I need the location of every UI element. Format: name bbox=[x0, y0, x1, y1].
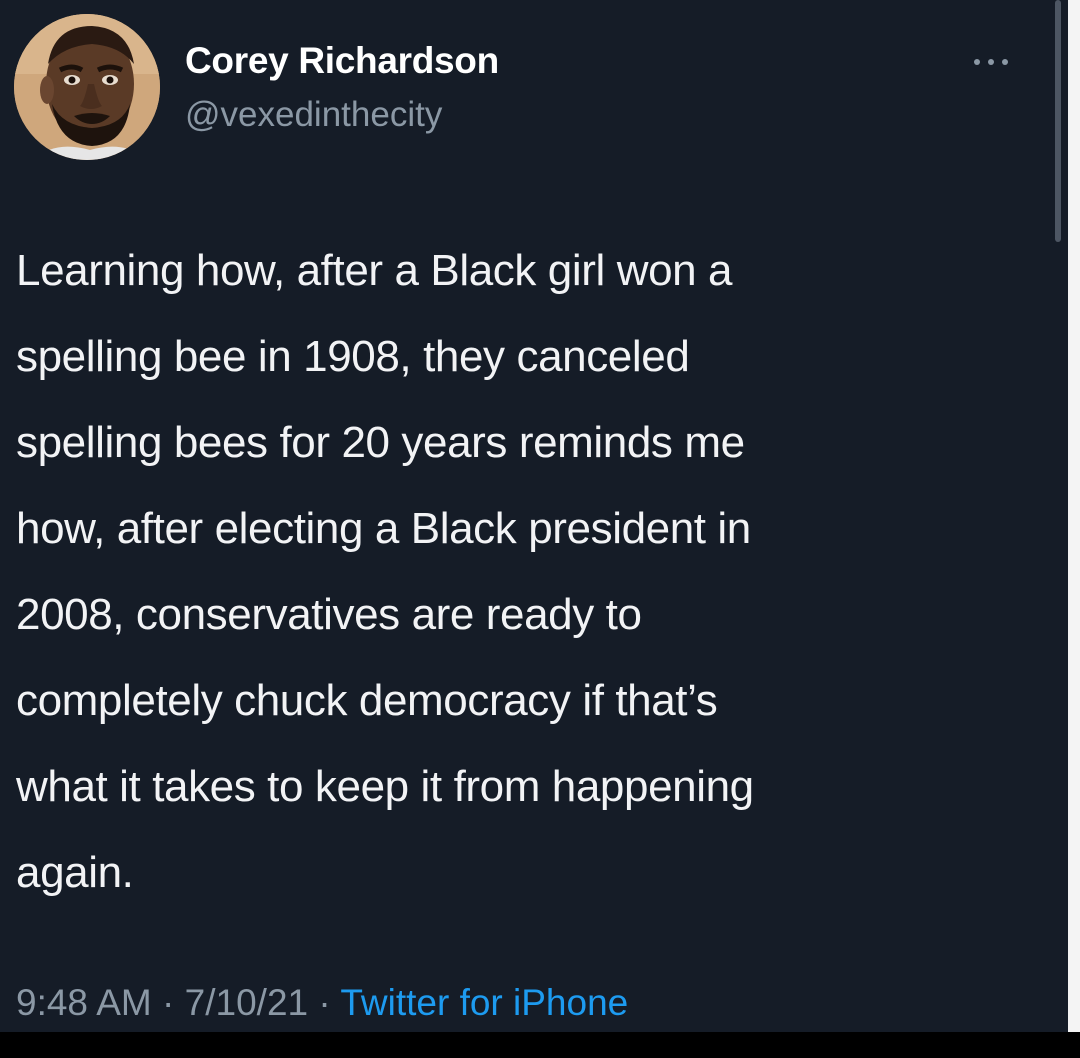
more-options-icon-dot bbox=[1002, 59, 1008, 65]
scrollbar-track[interactable] bbox=[1068, 0, 1080, 1032]
more-options-button[interactable] bbox=[968, 48, 1014, 76]
tweet-text-line: spelling bee in 1908, they canceled bbox=[16, 332, 690, 381]
tweet-date[interactable]: 7/10/21 bbox=[185, 982, 308, 1023]
tweet-text-line: how, after electing a Black president in bbox=[16, 504, 751, 553]
tweet-source-link[interactable]: Twitter for iPhone bbox=[340, 982, 628, 1023]
tweet-text-line: Learning how, after a Black girl won a bbox=[16, 246, 733, 295]
tweet-text: Learning how, after a Black girl won a s… bbox=[16, 228, 1056, 916]
tweet-text-line: spelling bees for 20 years reminds me bbox=[16, 418, 745, 467]
tweet-text-line: 2008, conservatives are ready to bbox=[16, 590, 642, 639]
author-handle[interactable]: @vexedinthecity bbox=[185, 95, 442, 135]
author-display-name[interactable]: Corey Richardson bbox=[185, 40, 499, 82]
tweet-text-line: what it takes to keep it from happening bbox=[16, 762, 754, 811]
avatar-image bbox=[14, 14, 160, 160]
avatar[interactable] bbox=[14, 14, 160, 160]
tweet-text-line: again. bbox=[16, 848, 134, 897]
more-options-icon bbox=[974, 59, 980, 65]
more-options-icon-dot bbox=[988, 59, 994, 65]
meta-separator: · bbox=[308, 982, 341, 1023]
tweet-card: Corey Richardson @vexedinthecity Learnin… bbox=[0, 0, 1068, 1032]
tweet-time[interactable]: 9:48 AM bbox=[16, 982, 152, 1023]
tweet-text-line: completely chuck democracy if that’s bbox=[16, 676, 718, 725]
tweet-metadata: 9:48 AM · 7/10/21 · Twitter for iPhone bbox=[16, 982, 628, 1024]
meta-separator: · bbox=[151, 982, 185, 1023]
scrollbar-thumb[interactable] bbox=[1055, 0, 1061, 242]
